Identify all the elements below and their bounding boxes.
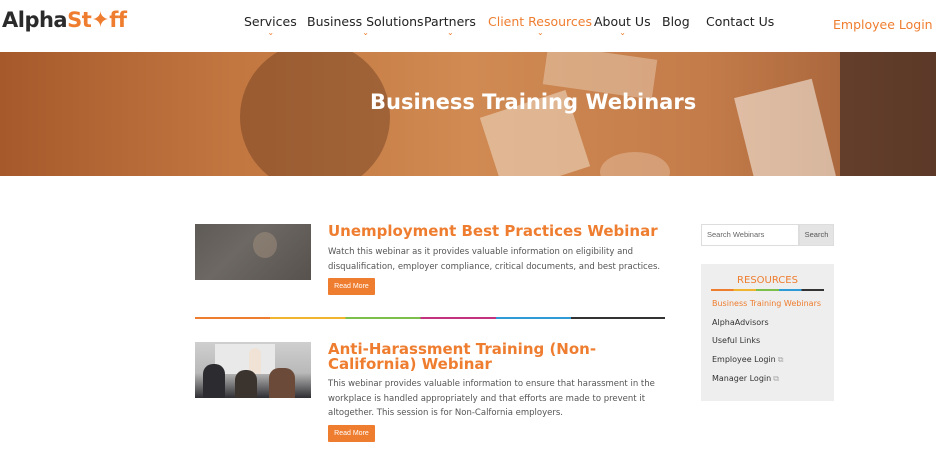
logo-text-st: St — [67, 8, 92, 32]
nav-blog[interactable]: Blog — [662, 14, 690, 29]
chevron-down-icon: ⌄ — [267, 28, 275, 37]
chevron-down-icon: ⌄ — [362, 28, 369, 37]
resources-title: RESOURCES — [737, 275, 798, 286]
sidebar-item-label: Business Training Webinars — [712, 299, 822, 308]
nav-services-label: Services — [244, 14, 297, 29]
nav-business-solutions-label: Business Solutions — [307, 14, 424, 29]
external-link-icon: ⧉ — [777, 355, 784, 364]
nav-client-resources[interactable]: Client Resources ⌄ — [488, 14, 592, 37]
post-thumbnail-unemployment[interactable] — [195, 224, 311, 280]
search-button[interactable]: Search — [799, 224, 834, 246]
nav-contact-us-label: Contact Us — [706, 14, 775, 29]
external-link-icon: ⧉ — [773, 374, 779, 383]
page-title: Business Training Webinars — [370, 90, 697, 114]
chevron-down-icon: ⌄ — [619, 28, 626, 37]
hero-photo-document — [734, 78, 836, 176]
post-title-anti-harassment[interactable]: Anti-Harassment Training (Non-California… — [328, 342, 658, 372]
nav-business-solutions[interactable]: Business Solutions ⌄ — [307, 14, 424, 37]
read-more-button[interactable]: Read More — [328, 278, 375, 295]
post-divider — [195, 317, 665, 319]
hero-photo-person — [240, 52, 390, 176]
hero-banner: Business Training Webinars — [0, 52, 936, 176]
nav-about-us[interactable]: About Us ⌄ — [594, 14, 651, 37]
thumbnail-attendee — [235, 370, 257, 398]
post-excerpt-anti-harassment: This webinar provides valuable informati… — [328, 379, 655, 418]
sidebar-item-useful-links[interactable]: Useful Links — [712, 336, 760, 345]
search-input[interactable]: Search Webinars — [701, 224, 799, 246]
sidebar-item-label: Useful Links — [712, 336, 761, 345]
thumbnail-detail — [253, 232, 277, 258]
logo-text-alpha: Alpha — [2, 8, 68, 32]
post-title-unemployment[interactable]: Unemployment Best Practices Webinar — [328, 224, 658, 239]
post-excerpt-unemployment: Watch this webinar as it provides valuab… — [328, 247, 661, 272]
post-thumbnail-anti-harassment[interactable] — [195, 342, 311, 398]
nav-partners[interactable]: Partners ⌄ — [424, 14, 476, 37]
employee-login-label: Employee Login — [833, 17, 933, 32]
chevron-down-icon: ⌄ — [446, 28, 454, 37]
read-more-button[interactable]: Read More — [328, 425, 375, 442]
hero-photo-suit — [840, 52, 936, 176]
chevron-down-icon: ⌄ — [537, 28, 544, 37]
sidebar-item-label: AlphaAdvisors — [712, 318, 769, 327]
nav-about-us-label: About Us — [594, 14, 651, 29]
resources-divider — [711, 289, 824, 291]
logo-star-icon: ✦ — [91, 8, 110, 33]
logo-text-ff: ff — [109, 8, 127, 32]
nav-blog-label: Blog — [662, 14, 690, 29]
sidebar-item-label: Employee Login — [712, 355, 776, 364]
sidebar-item-business-training-webinars[interactable]: Business Training Webinars — [712, 299, 821, 308]
nav-services[interactable]: Services ⌄ — [244, 14, 297, 37]
sidebar-item-label: Manager Login — [712, 374, 772, 383]
thumbnail-attendee — [269, 368, 295, 398]
employee-login-menu[interactable]: Employee Login ⌄ — [833, 17, 936, 32]
nav-client-resources-label: Client Resources — [488, 14, 592, 29]
site-header: AlphaSt✦ff Services ⌄ Business Solutions… — [0, 0, 936, 52]
nav-partners-label: Partners — [424, 14, 476, 29]
nav-contact-us[interactable]: Contact Us — [706, 14, 774, 29]
thumbnail-attendee — [203, 364, 225, 398]
sidebar-item-alphaadvisors[interactable]: AlphaAdvisors — [712, 318, 769, 327]
resources-widget: RESOURCES Business Training Webinars Alp… — [701, 264, 834, 401]
alphastaff-logo[interactable]: AlphaSt✦ff — [2, 8, 127, 33]
hero-photo-hand — [600, 152, 670, 176]
sidebar-item-manager-login[interactable]: Manager Login ⧉ — [712, 374, 779, 384]
sidebar-item-employee-login[interactable]: Employee Login ⧉ — [712, 355, 783, 365]
